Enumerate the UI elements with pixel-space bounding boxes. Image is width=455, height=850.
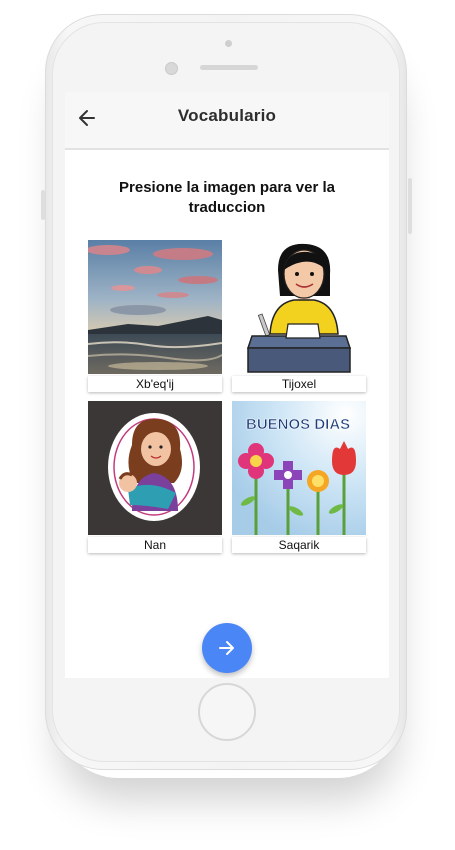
page-title: Vocabulario bbox=[177, 106, 277, 125]
arrow-right-icon bbox=[219, 641, 234, 655]
card-label: Xb'eq'ij bbox=[88, 376, 222, 392]
card-label: Tijoxel bbox=[232, 376, 366, 392]
phone-side-button bbox=[408, 178, 412, 234]
vocab-card-nan[interactable]: Nan bbox=[88, 401, 222, 553]
card-label: Nan bbox=[88, 537, 222, 553]
phone-sensor bbox=[225, 40, 232, 47]
phone-camera bbox=[165, 62, 178, 75]
phone-speaker bbox=[200, 65, 258, 70]
vocab-card-tijoxel[interactable]: Tijoxel bbox=[232, 240, 366, 392]
next-button[interactable] bbox=[202, 623, 252, 673]
sunset-beach-photo bbox=[88, 240, 222, 374]
instruction-text: Presione la imagen para ver la traduccio… bbox=[119, 179, 335, 216]
card-label: Saqarik bbox=[232, 537, 366, 553]
home-button[interactable] bbox=[198, 683, 256, 741]
app-bar: Vocabulario bbox=[65, 92, 389, 150]
vocab-card-xbeqij[interactable]: Xb'eq'ij bbox=[88, 240, 222, 392]
mother-with-baby-illustration bbox=[88, 401, 222, 535]
phone-volume-button bbox=[41, 190, 45, 220]
student-at-desk-illustration bbox=[232, 240, 366, 374]
buenos-dias-flowers-illustration: BUENOS DIAS bbox=[232, 401, 366, 535]
vocab-card-saqarik[interactable]: BUENOS DIAS Saqarik bbox=[232, 401, 366, 553]
app-screen: Vocabulario Presione la imagen para ver … bbox=[65, 92, 389, 678]
buenos-dias-text: BUENOS DIAS bbox=[246, 416, 350, 433]
